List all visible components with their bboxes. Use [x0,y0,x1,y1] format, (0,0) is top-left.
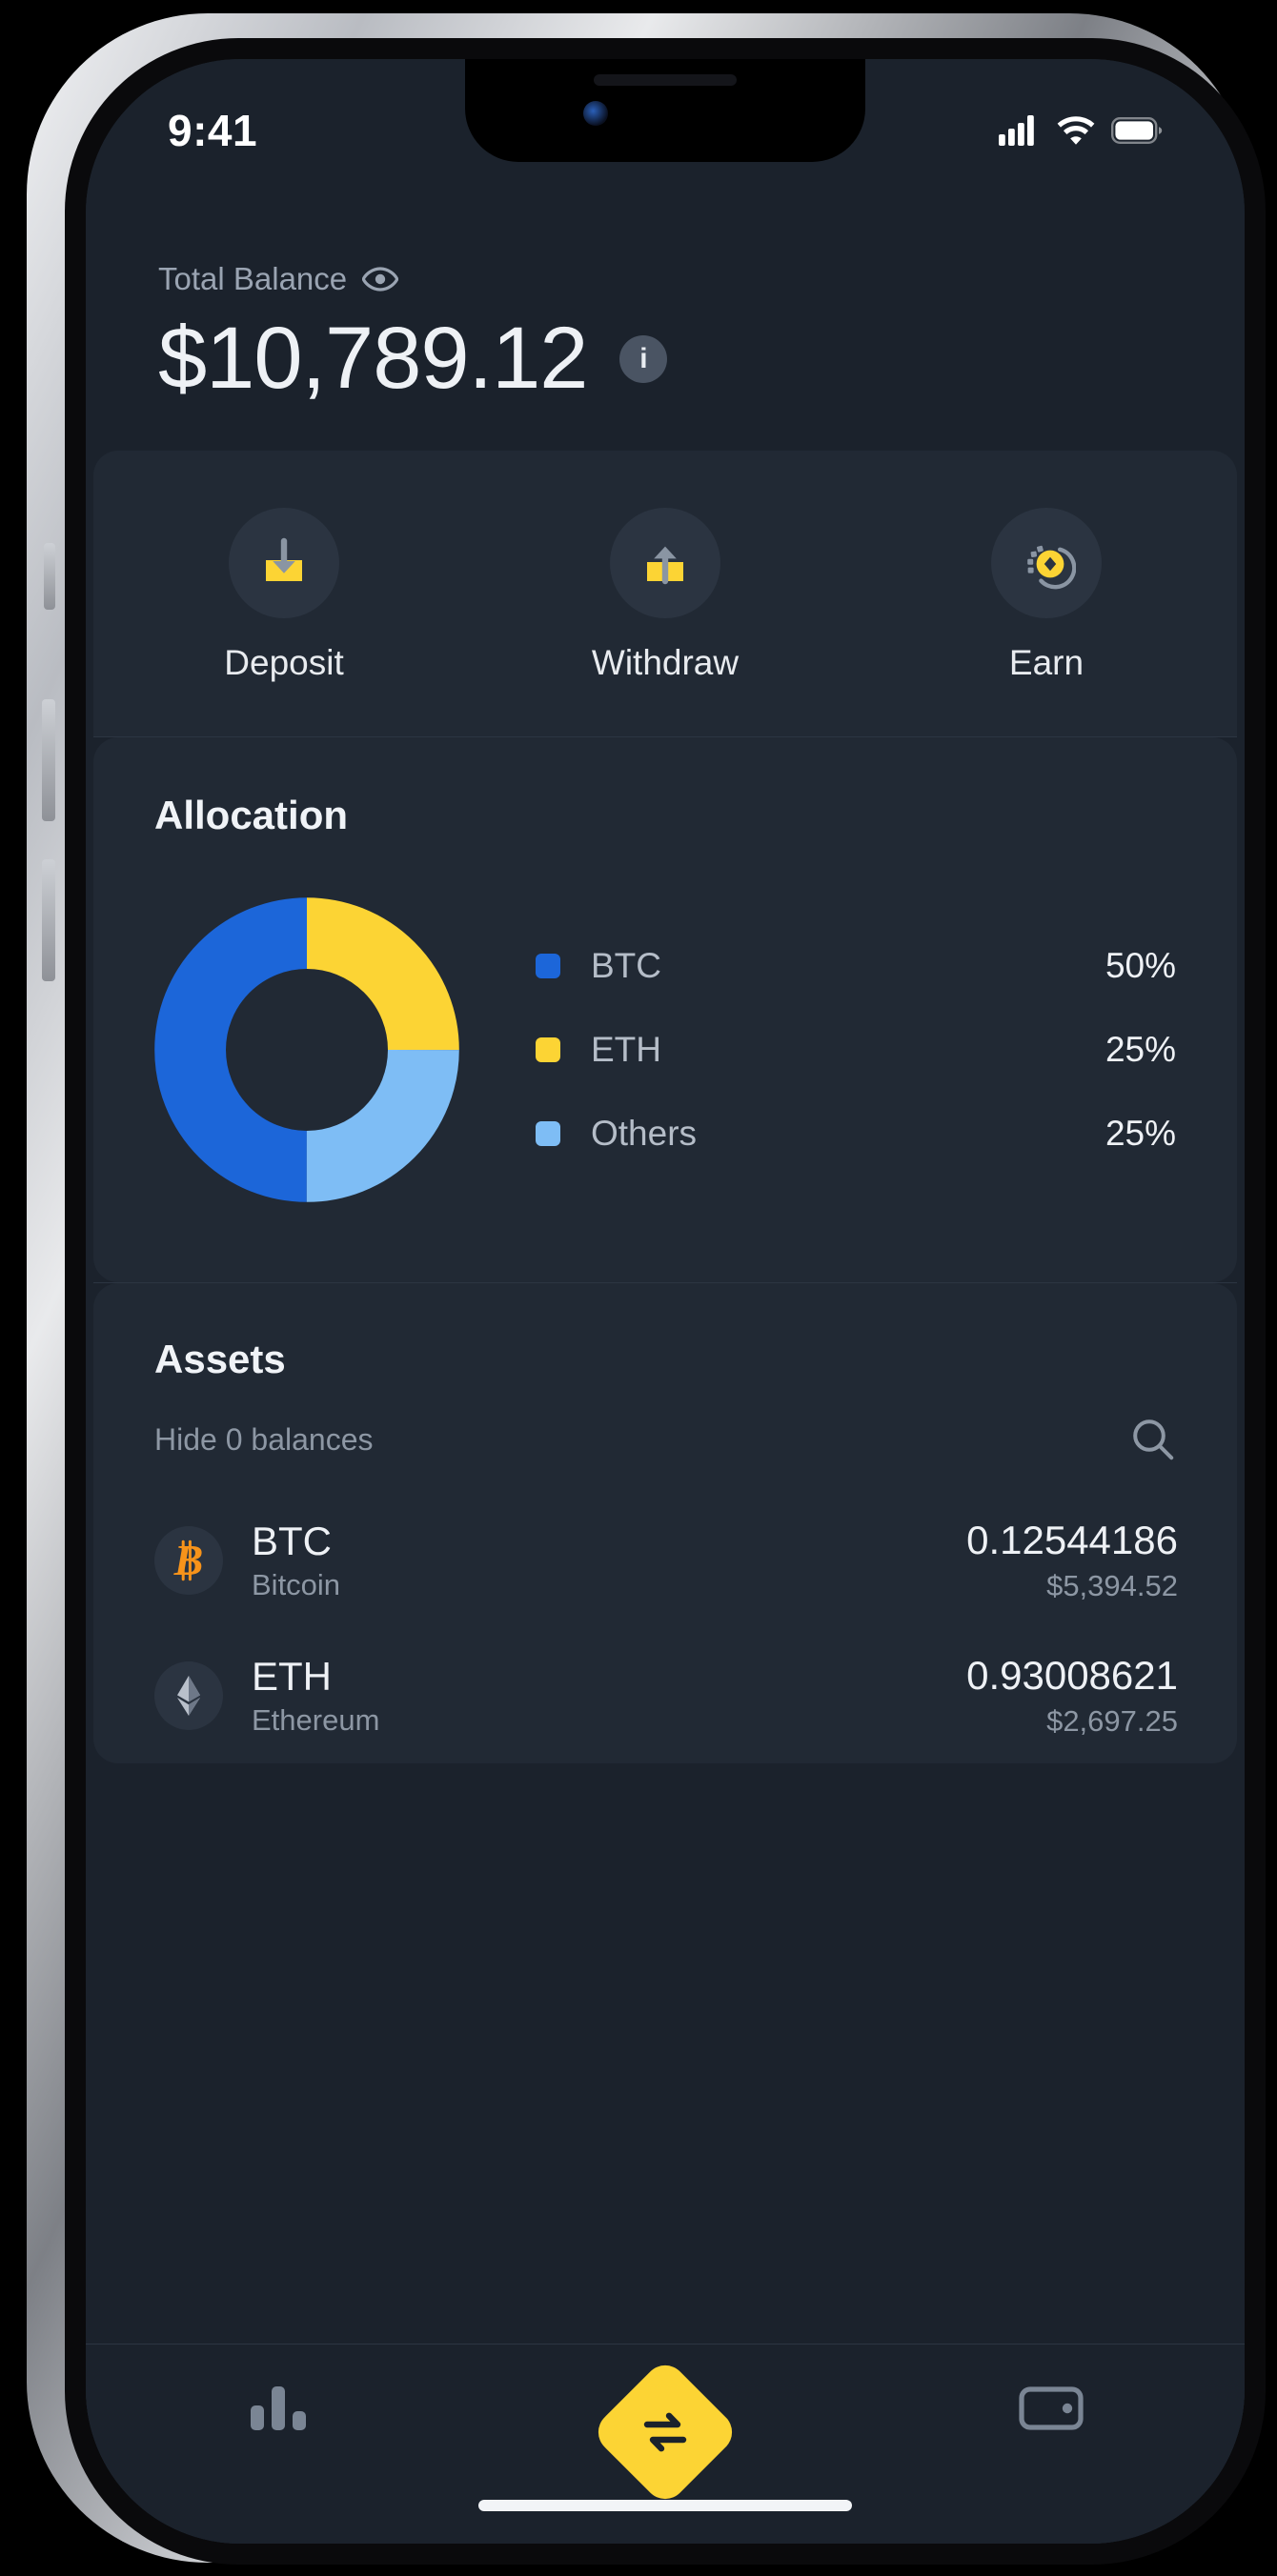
tab-markets[interactable] [165,2379,394,2436]
total-balance-label: Total Balance [158,261,348,296]
asset-identity: BTC Bitcoin [252,1519,340,1602]
hide-zero-balances-toggle[interactable]: Hide 0 balances [154,1422,373,1458]
assets-toolbar: Hide 0 balances [93,1382,1237,1464]
battery-icon [1111,117,1163,144]
phone-screen: 9:41 Total Balance $10,789.12 i Deposit … [86,59,1245,2544]
ethereum-icon [154,1661,223,1730]
withdraw-icon [647,546,683,585]
legend-value-others: 25% [1105,1114,1176,1153]
allocation-donut-chart [154,897,459,1202]
legend-swatch-others [536,1121,560,1146]
asset-symbol: ETH [252,1654,332,1699]
legend-label-others: Others [591,1114,698,1153]
screenshot-stage: 9:41 Total Balance $10,789.12 i Deposit … [0,0,1277,2576]
home-indicator[interactable] [478,2500,852,2511]
earpiece-speaker [594,74,737,86]
front-camera [583,101,608,126]
deposit-icon-circle [229,508,339,618]
withdraw-icon-circle [610,508,720,618]
quick-actions-row: Deposit Withdraw Earn [93,508,1237,683]
allocation-body: BTC 50% ETH 25% Others 25% [93,888,1237,1212]
assets-title: Assets [154,1337,286,1381]
asset-values: 0.93008621 $2,697.25 [966,1653,1178,1739]
asset-values: 0.12544186 $5,394.52 [966,1518,1178,1603]
wallet-app: 9:41 Total Balance $10,789.12 i Deposit … [86,59,1245,2544]
legend-item-btc: BTC 50% [536,946,1176,986]
asset-name: Ethereum [252,1703,380,1737]
asset-usd-value: $2,697.25 [1046,1704,1178,1738]
mute-switch[interactable] [44,543,55,610]
asset-symbol: BTC [252,1519,332,1563]
assets-card: Assets Hide 0 balances BTC Bitcoin 0.125… [93,1283,1237,1763]
tab-swap[interactable] [551,2356,780,2508]
status-icons [999,115,1163,146]
asset-usd-value: $5,394.52 [1046,1569,1178,1602]
legend-swatch-btc [536,954,560,978]
asset-list: B BTC Bitcoin 0.12544186 $5,394.52 [93,1493,1237,1763]
legend-item-others: Others 25% [536,1114,1176,1154]
earn-label: Earn [1008,643,1084,682]
deposit-action[interactable]: Deposit [174,508,394,683]
withdraw-label: Withdraw [591,643,740,682]
volume-up-button[interactable] [42,699,55,821]
eye-icon[interactable] [362,267,399,292]
wallet-icon [1019,2386,1084,2430]
deposit-icon [266,537,302,581]
tab-wallet[interactable] [937,2379,1166,2436]
legend-swatch-eth [536,1037,560,1062]
deposit-label: Deposit [224,643,344,682]
earn-action[interactable]: Earn [937,508,1156,683]
total-balance-amount-row: $10,789.12 i [158,309,1245,409]
wifi-icon [1057,116,1095,145]
total-balance-amount: $10,789.12 [158,310,588,407]
total-balance-label-row[interactable]: Total Balance [158,261,1245,297]
bitcoin-icon: B [154,1526,223,1595]
table-row[interactable]: B BTC Bitcoin 0.12544186 $5,394.52 [93,1493,1237,1628]
allocation-title: Allocation [154,793,349,837]
earn-icon-circle [991,508,1102,618]
allocation-legend: BTC 50% ETH 25% Others 25% [536,946,1176,1154]
search-icon[interactable] [1128,1415,1178,1464]
bottom-tab-bar [86,2344,1245,2544]
swap-arrows-icon [636,2403,695,2462]
earn-coin-icon [1027,545,1076,590]
asset-quantity: 0.12544186 [966,1518,1178,1562]
device-notch [465,59,865,162]
asset-identity: ETH Ethereum [252,1654,379,1738]
quick-actions-card: Deposit Withdraw Earn [93,451,1237,736]
cellular-signal-icon [999,115,1034,146]
legend-item-eth: ETH 25% [536,1030,1176,1070]
allocation-card: Allocation BTC 50% ETH 25% Others 25% [93,737,1237,1282]
withdraw-action[interactable]: Withdraw [556,508,775,683]
phone-frame: 9:41 Total Balance $10,789.12 i Deposit … [27,13,1266,2565]
info-icon[interactable]: i [619,334,668,383]
bar-chart-icon [250,2386,306,2430]
legend-value-eth: 25% [1105,1030,1176,1069]
table-row[interactable]: ETH Ethereum 0.93008621 $2,697.25 [93,1628,1237,1763]
asset-quantity: 0.93008621 [966,1653,1178,1698]
asset-name: Bitcoin [252,1568,341,1601]
volume-down-button[interactable] [42,859,55,981]
swap-button[interactable] [589,2356,741,2508]
status-time: 9:41 [168,106,258,155]
svg-text:B: B [173,1536,204,1584]
legend-value-btc: 50% [1105,946,1176,985]
legend-label-btc: BTC [591,946,661,985]
legend-label-eth: ETH [591,1030,661,1069]
